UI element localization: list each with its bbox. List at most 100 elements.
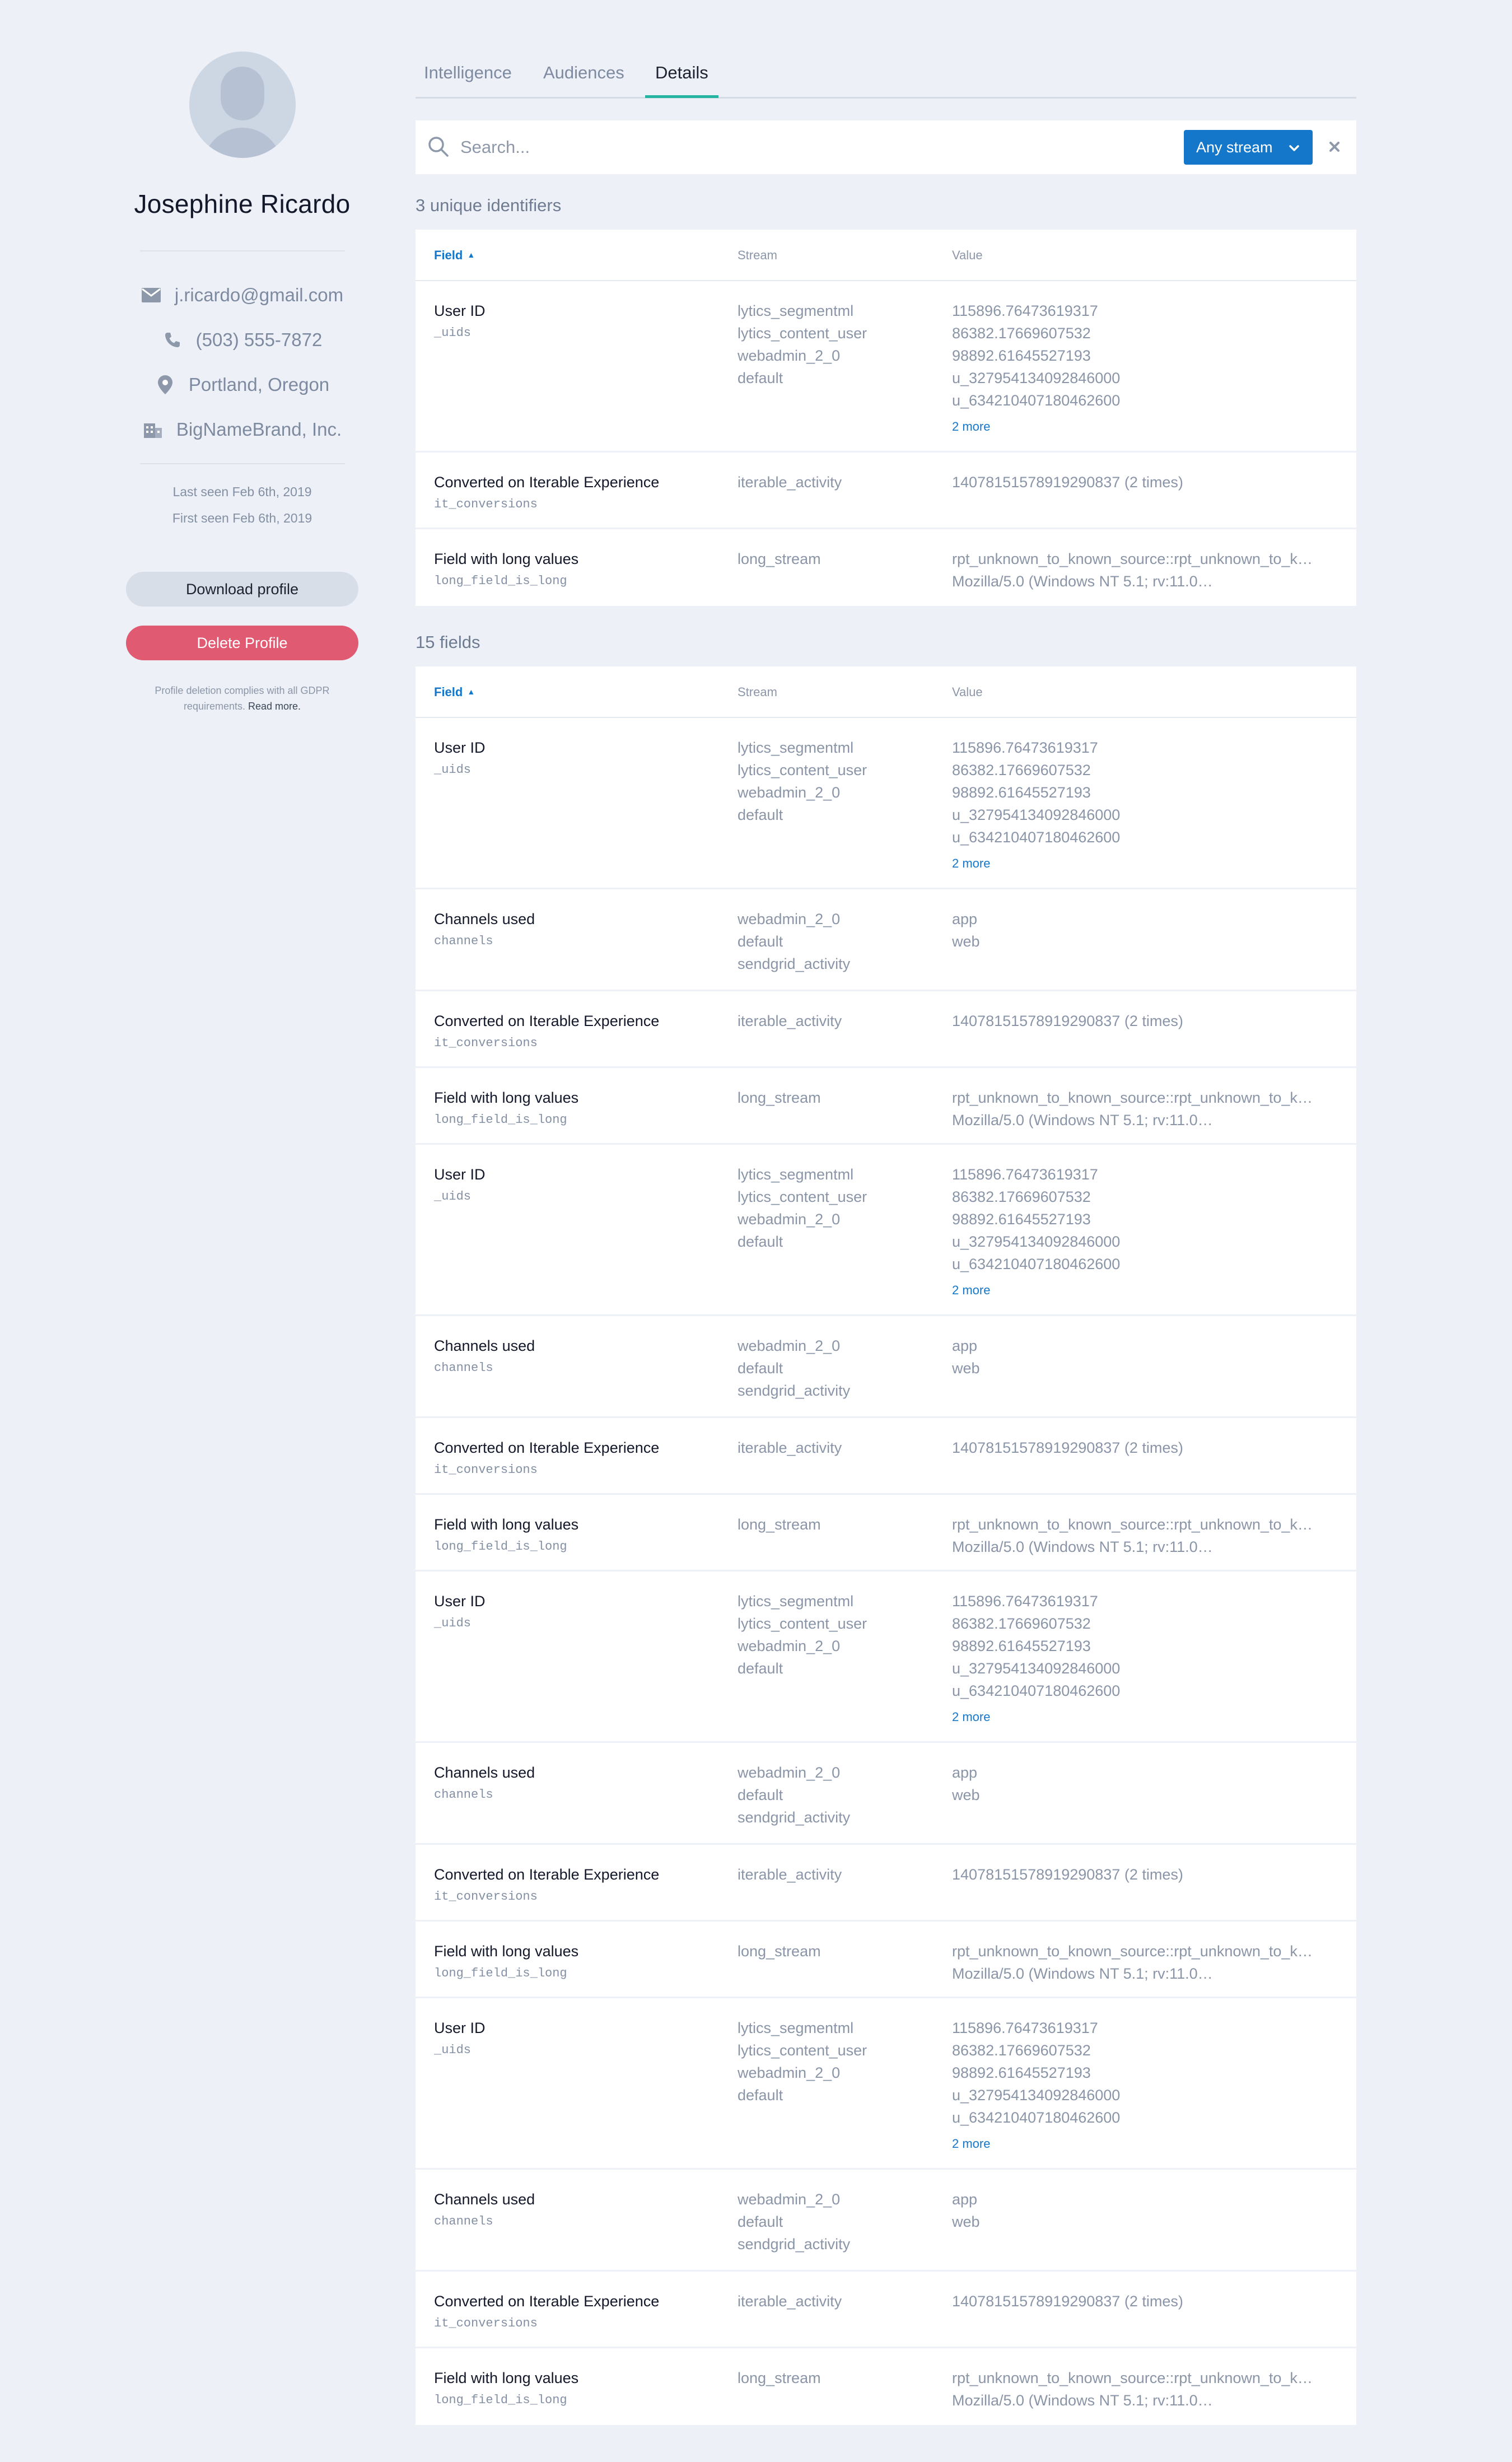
tab-audiences[interactable]: Audiences (543, 63, 624, 83)
stream-cell: iterable_activity (738, 471, 842, 493)
field-cell: Channels used channels (434, 1761, 535, 1806)
field-value: 86382.17669607532 (952, 2042, 1091, 2059)
stream-name: lytics_content_user (738, 1615, 867, 1632)
field-key: long_field_is_long (434, 574, 567, 588)
field-key: channels (434, 2214, 493, 2228)
tab-details[interactable]: Details (655, 63, 708, 83)
field-value: 98892.61645527193 (952, 1211, 1091, 1228)
field-name: User ID (434, 1593, 486, 1610)
field-value: Mozilla/5.0 (Windows NT 5.1; rv:11.0… (952, 573, 1213, 590)
show-more-link[interactable]: 2 more (952, 1710, 990, 1724)
stream-name: default (738, 806, 783, 823)
table-row: Converted on Iterable Experience it_conve… (416, 453, 1356, 529)
field-name: User ID (434, 2020, 486, 2036)
show-more-link[interactable]: 2 more (952, 419, 990, 434)
field-value: u_634210407180462600 (952, 1256, 1121, 1272)
stream-name: lytics_content_user (738, 2042, 867, 2059)
field-cell: Field with long values long_field_is_long (434, 548, 578, 593)
field-value: rpt_unknown_to_known_source::rpt_unknown… (952, 1089, 1313, 1106)
field-name: Channels used (434, 2191, 535, 2208)
field-name: Converted on Iterable Experience (434, 1439, 660, 1456)
table-row: Converted on Iterable Experience it_conve… (416, 2272, 1356, 2348)
column-header-stream: Stream (738, 685, 777, 699)
stream-cell: webadmin_2_0 default sendgrid_activity (738, 1335, 850, 1402)
field-name: Channels used (434, 1764, 535, 1781)
phone-text: (503) 555-7872 (195, 329, 323, 350)
stream-name: default (738, 370, 783, 386)
tab-intelligence[interactable]: Intelligence (424, 63, 512, 83)
value-cell: 115896.76473619317 86382.17669607532 98892… (952, 2017, 1316, 2151)
field-name: Field with long values (434, 2370, 579, 2386)
stream-name: default (738, 1787, 783, 1803)
value-cell: rpt_unknown_to_known_source::rpt_unknown… (952, 1513, 1316, 1558)
stream-name: webadmin_2_0 (738, 1211, 841, 1228)
delete-profile-button[interactable]: Delete Profile (126, 626, 358, 660)
stream-cell: webadmin_2_0 default sendgrid_activity (738, 908, 850, 975)
field-cell: Converted on Iterable Experience it_conve… (434, 471, 659, 516)
stream-name: lytics_segmentml (738, 1593, 854, 1610)
stream-name: lytics_segmentml (738, 1166, 854, 1183)
stream-filter-dropdown[interactable]: Any stream (1184, 130, 1313, 165)
field-value: u_327954134092846000 (952, 806, 1121, 823)
field-value: 98892.61645527193 (952, 784, 1091, 801)
table-row: User ID _uids lytics_segmentml lytics_conte… (416, 1998, 1356, 2170)
field-cell: Field with long values long_field_is_long (434, 1513, 578, 1558)
download-profile-button[interactable]: Download profile (126, 572, 358, 607)
location-text: Portland, Oregon (188, 374, 330, 395)
field-key: it_conversions (434, 1036, 538, 1050)
field-value: 98892.61645527193 (952, 347, 1091, 364)
field-value: u_634210407180462600 (952, 1682, 1121, 1699)
email-row: j.ricardo@gmail.com (126, 284, 358, 306)
stream-name: lytics_segmentml (738, 302, 854, 319)
stream-name: iterable_activity (738, 1439, 842, 1456)
company-text: BigNameBrand, Inc. (176, 419, 342, 440)
stream-name: lytics_segmentml (738, 2020, 854, 2036)
table-row: Converted on Iterable Experience it_conve… (416, 1845, 1356, 1922)
close-icon[interactable] (1324, 136, 1345, 160)
email-text: j.ricardo@gmail.com (174, 285, 344, 305)
field-cell: User ID _uids (434, 2017, 486, 2062)
table-row: User ID _uids lytics_segmentml lytics_conte… (416, 1572, 1356, 1743)
field-cell: Converted on Iterable Experience it_conve… (434, 1437, 659, 1481)
search-input[interactable] (460, 134, 1132, 161)
gdpr-read-more-link[interactable]: Read more. (248, 701, 301, 712)
profile-name: Josephine Ricardo (134, 189, 351, 218)
show-more-link[interactable]: 2 more (952, 2137, 990, 2151)
table-row: User ID _uids lytics_segmentml lytics_conte… (416, 281, 1356, 453)
field-name: User ID (434, 739, 486, 756)
column-header-value: Value (952, 685, 983, 699)
field-key: _uids (434, 1616, 472, 1630)
stream-name: webadmin_2_0 (738, 911, 841, 927)
column-header-field[interactable]: Field ▲ (434, 248, 475, 263)
field-value: web (952, 933, 980, 950)
table-row: Channels used channels webadmin_2_0 default… (416, 2170, 1356, 2272)
show-more-link[interactable]: 2 more (952, 1283, 990, 1298)
field-value: Mozilla/5.0 (Windows NT 5.1; rv:11.0… (952, 1112, 1213, 1129)
sort-ascending-icon: ▲ (467, 250, 475, 259)
field-name: User ID (434, 302, 486, 319)
field-value: rpt_unknown_to_known_source::rpt_unknown… (952, 1516, 1313, 1533)
show-more-link[interactable]: 2 more (952, 856, 990, 871)
table-row: Field with long values long_field_is_long… (416, 529, 1356, 606)
fields-heading: 15 fields (416, 632, 480, 652)
value-cell: app web (952, 2188, 1316, 2233)
stream-name: webadmin_2_0 (738, 2064, 841, 2081)
fields-table: Field ▲ Stream Value User ID _uids lytics_s… (416, 666, 1356, 2425)
field-cell: Field with long values long_field_is_long (434, 2367, 578, 2412)
active-tab-indicator (645, 95, 718, 98)
stream-name: sendgrid_activity (738, 955, 851, 972)
stream-name: lytics_content_user (738, 1188, 867, 1205)
stream-name: default (738, 1233, 783, 1250)
field-value: app (952, 1337, 978, 1354)
field-cell: Converted on Iterable Experience it_conve… (434, 1863, 659, 1908)
table-row: Converted on Iterable Experience it_conve… (416, 991, 1356, 1068)
stream-name: default (738, 2213, 783, 2230)
avatar (189, 52, 296, 158)
column-header-field[interactable]: Field ▲ (434, 685, 475, 700)
identifiers-heading: 3 unique identifiers (416, 195, 562, 215)
field-value: app (952, 911, 978, 927)
phone-row: (503) 555-7872 (126, 329, 358, 351)
stream-cell: lytics_segmentml lytics_content_userwebad… (738, 1163, 867, 1253)
field-value: Mozilla/5.0 (Windows NT 5.1; rv:11.0… (952, 1538, 1213, 1555)
field-key: _uids (434, 326, 472, 340)
